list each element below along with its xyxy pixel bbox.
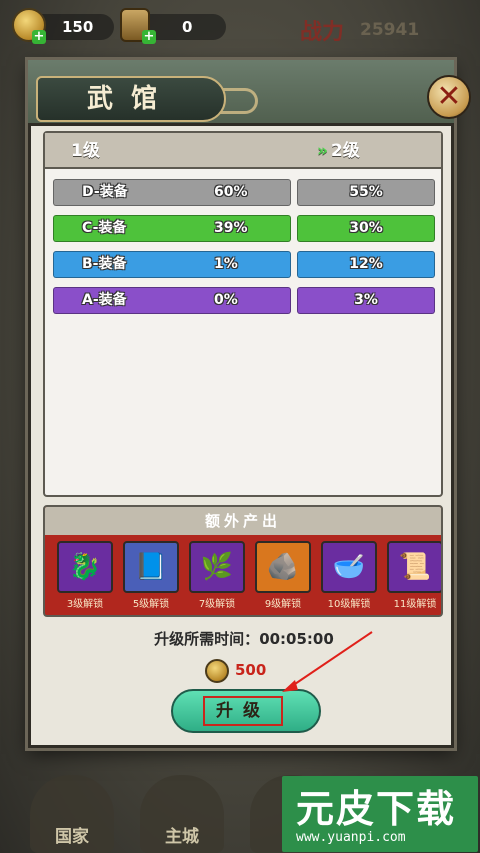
watermark-url: www.yuanpi.com [296, 830, 406, 845]
arrow-shaft [291, 631, 373, 687]
site-watermark: 元皮下载 www.yuanpi.com [282, 776, 478, 852]
arrow-head [282, 680, 298, 692]
annotation-arrow [282, 631, 373, 692]
watermark-title: 元皮下载 [296, 787, 457, 831]
